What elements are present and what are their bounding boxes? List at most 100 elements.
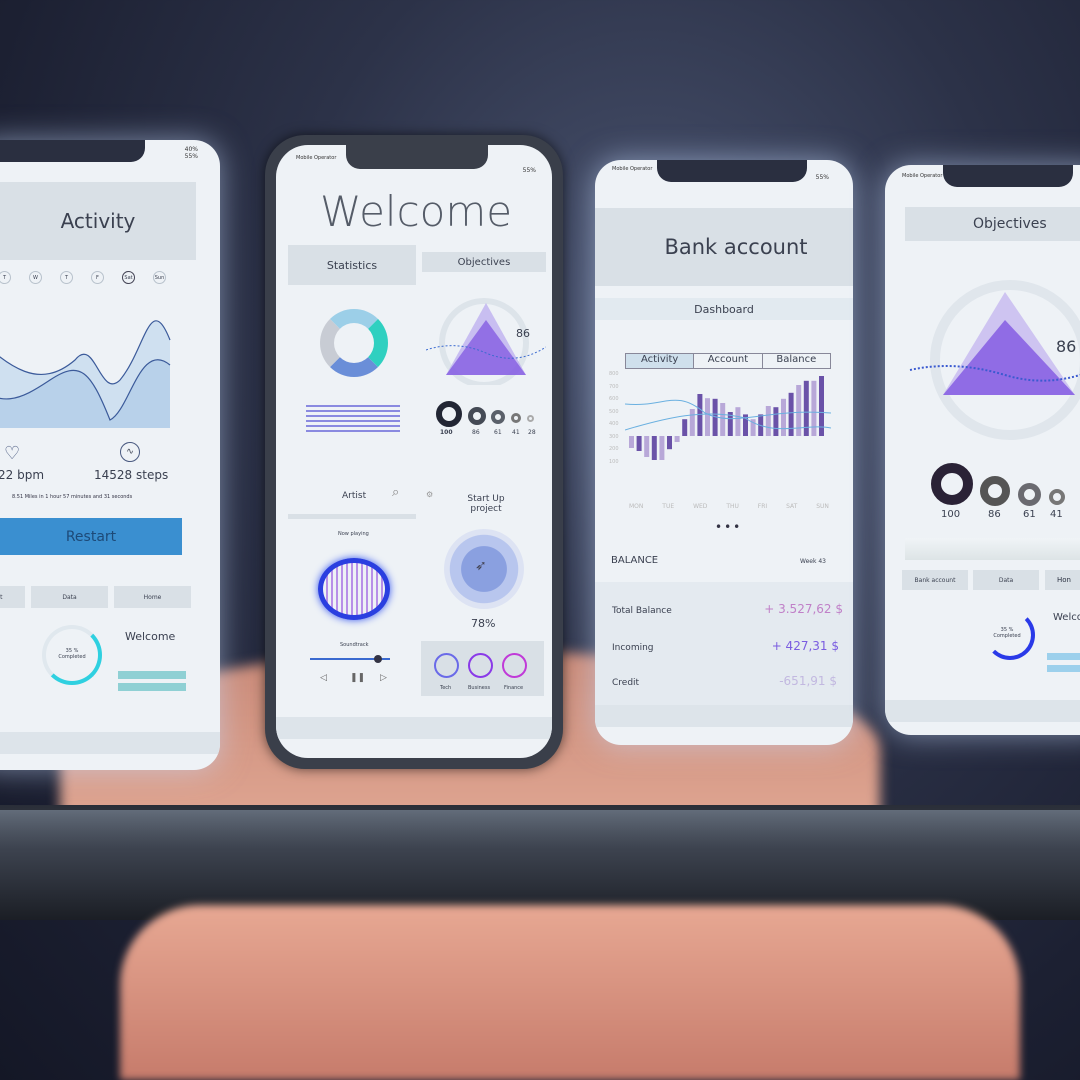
artist-divider — [288, 514, 416, 519]
welcome-title: Welcome — [320, 187, 513, 236]
artist-label: Artist — [342, 491, 367, 501]
objectives-peak: 86 — [1056, 337, 1077, 356]
activity-screen: 40% 55% Activity T W T F Sat Sun ♡ 22 bp… — [0, 140, 220, 770]
row-value: + 427,31 $ — [771, 639, 839, 653]
y-tick: 800 — [609, 371, 619, 377]
y-tick: 700 — [609, 383, 619, 390]
ring-100 — [436, 401, 462, 427]
mini-welcome: Welcome — [125, 630, 176, 643]
panel-label: Bank account — [914, 576, 956, 584]
mini-bar — [118, 683, 186, 691]
bar — [811, 380, 817, 436]
settings-icon[interactable]: ⚙ — [426, 490, 433, 499]
ring-41 — [511, 413, 521, 423]
panel-tab[interactable]: unt — [0, 586, 25, 608]
pause-icon[interactable]: ❚❚ — [350, 673, 365, 683]
startup-percent: 78% — [471, 617, 496, 630]
notch — [943, 165, 1073, 187]
restart-label: Restart — [65, 528, 117, 545]
panel-tab[interactable]: Data — [973, 570, 1039, 590]
x-tick: FRI — [757, 503, 768, 510]
tablet-edge — [0, 810, 1080, 850]
search-icon[interactable]: ⌕ — [392, 485, 399, 500]
ring-100 — [931, 463, 973, 505]
ring-61 — [1018, 483, 1041, 506]
x-tick: WED — [693, 503, 708, 510]
day-selector: T W T F Sat Sun — [0, 271, 166, 284]
restart-button[interactable]: Restart — [0, 518, 182, 555]
mini-bar — [118, 671, 186, 679]
ring-86 — [980, 476, 1010, 506]
operator-label: Mobile Operator — [612, 166, 653, 172]
panel-tab[interactable]: Hon — [1045, 570, 1080, 590]
day-button[interactable]: Sun — [153, 271, 166, 284]
previous-icon[interactable]: ◁ — [320, 673, 327, 683]
notch — [346, 145, 488, 169]
ring-label: 41 — [512, 429, 520, 436]
statistics-label: Statistics — [326, 258, 378, 272]
panel-tab[interactable]: Bank account — [902, 570, 968, 590]
slider-handle[interactable] — [374, 655, 382, 663]
bpm-value: 22 bpm — [0, 468, 45, 482]
ring-label: 28 — [528, 429, 536, 436]
bar — [705, 398, 710, 436]
category-label: Tech — [440, 685, 452, 691]
day-button[interactable]: Sat — [122, 271, 135, 284]
bottom-nav — [276, 717, 552, 739]
day-button[interactable]: F — [91, 271, 104, 284]
objectives-screen: Mobile Operator Objectives 86 100 86 61 … — [885, 165, 1080, 735]
dashboard-label: Dashboard — [694, 302, 754, 316]
tab-account[interactable]: Account — [693, 354, 761, 368]
bank-tabs: Activity Account Balance — [625, 353, 831, 369]
mini-bar — [1047, 653, 1080, 660]
objectives-label: Objectives — [457, 256, 511, 268]
activity-header: Activity — [0, 182, 196, 260]
activity-title: Activity — [60, 209, 136, 233]
statistics-tab[interactable]: Statistics — [288, 245, 416, 285]
panel-label: Data — [62, 593, 77, 601]
pulse-icon: ∿ — [120, 442, 140, 462]
operator-label: Mobile Operator — [296, 155, 337, 161]
playback-slider[interactable] — [310, 655, 390, 663]
bar — [781, 398, 786, 436]
dashboard-bar: Dashboard — [595, 298, 853, 320]
category-label: Business — [468, 685, 491, 691]
y-tick: 400 — [609, 421, 619, 427]
ring-86 — [468, 407, 486, 425]
next-icon[interactable]: ▷ — [380, 673, 387, 683]
panel-label: Data — [998, 576, 1014, 584]
ring-28 — [527, 415, 534, 422]
bar — [788, 392, 794, 436]
objectives-tab[interactable]: Objectives — [422, 252, 546, 272]
x-tick: SUN — [816, 503, 829, 510]
bar — [765, 406, 771, 436]
row-label: Incoming — [612, 643, 654, 653]
bar — [636, 436, 642, 451]
objectives-title: Objectives — [973, 216, 1047, 232]
day-button[interactable]: T — [60, 271, 73, 284]
tab-balance[interactable]: Balance — [761, 354, 830, 368]
pager-dots[interactable]: ••• — [715, 520, 742, 534]
heart-icon: ♡ — [4, 443, 21, 464]
y-tick: 100 — [609, 458, 619, 465]
bar — [697, 394, 703, 436]
panel-label: Home — [143, 593, 162, 601]
day-button[interactable]: T — [0, 271, 11, 284]
bottom-nav — [595, 705, 853, 727]
business-ring — [468, 653, 493, 678]
activity-summary: 8.51 Miles in 1 hour 57 minutes and 31 s… — [12, 494, 133, 500]
row-label: Total Balance — [612, 606, 672, 616]
ring-41 — [1049, 489, 1065, 505]
donut-chart — [320, 309, 388, 377]
tab-activity[interactable]: Activity — [626, 354, 694, 368]
panel-tab[interactable]: Home — [114, 586, 191, 608]
balance-label: BALANCE — [611, 555, 659, 566]
panel-tab[interactable]: Data — [31, 586, 108, 608]
day-button[interactable]: W — [29, 271, 42, 284]
bank-bar-chart — [625, 376, 831, 460]
x-tick: SAT — [786, 503, 798, 510]
ring-label: 86 — [988, 509, 1001, 520]
bar — [629, 436, 634, 448]
y-tick: 200 — [609, 446, 619, 452]
notch — [657, 160, 807, 182]
